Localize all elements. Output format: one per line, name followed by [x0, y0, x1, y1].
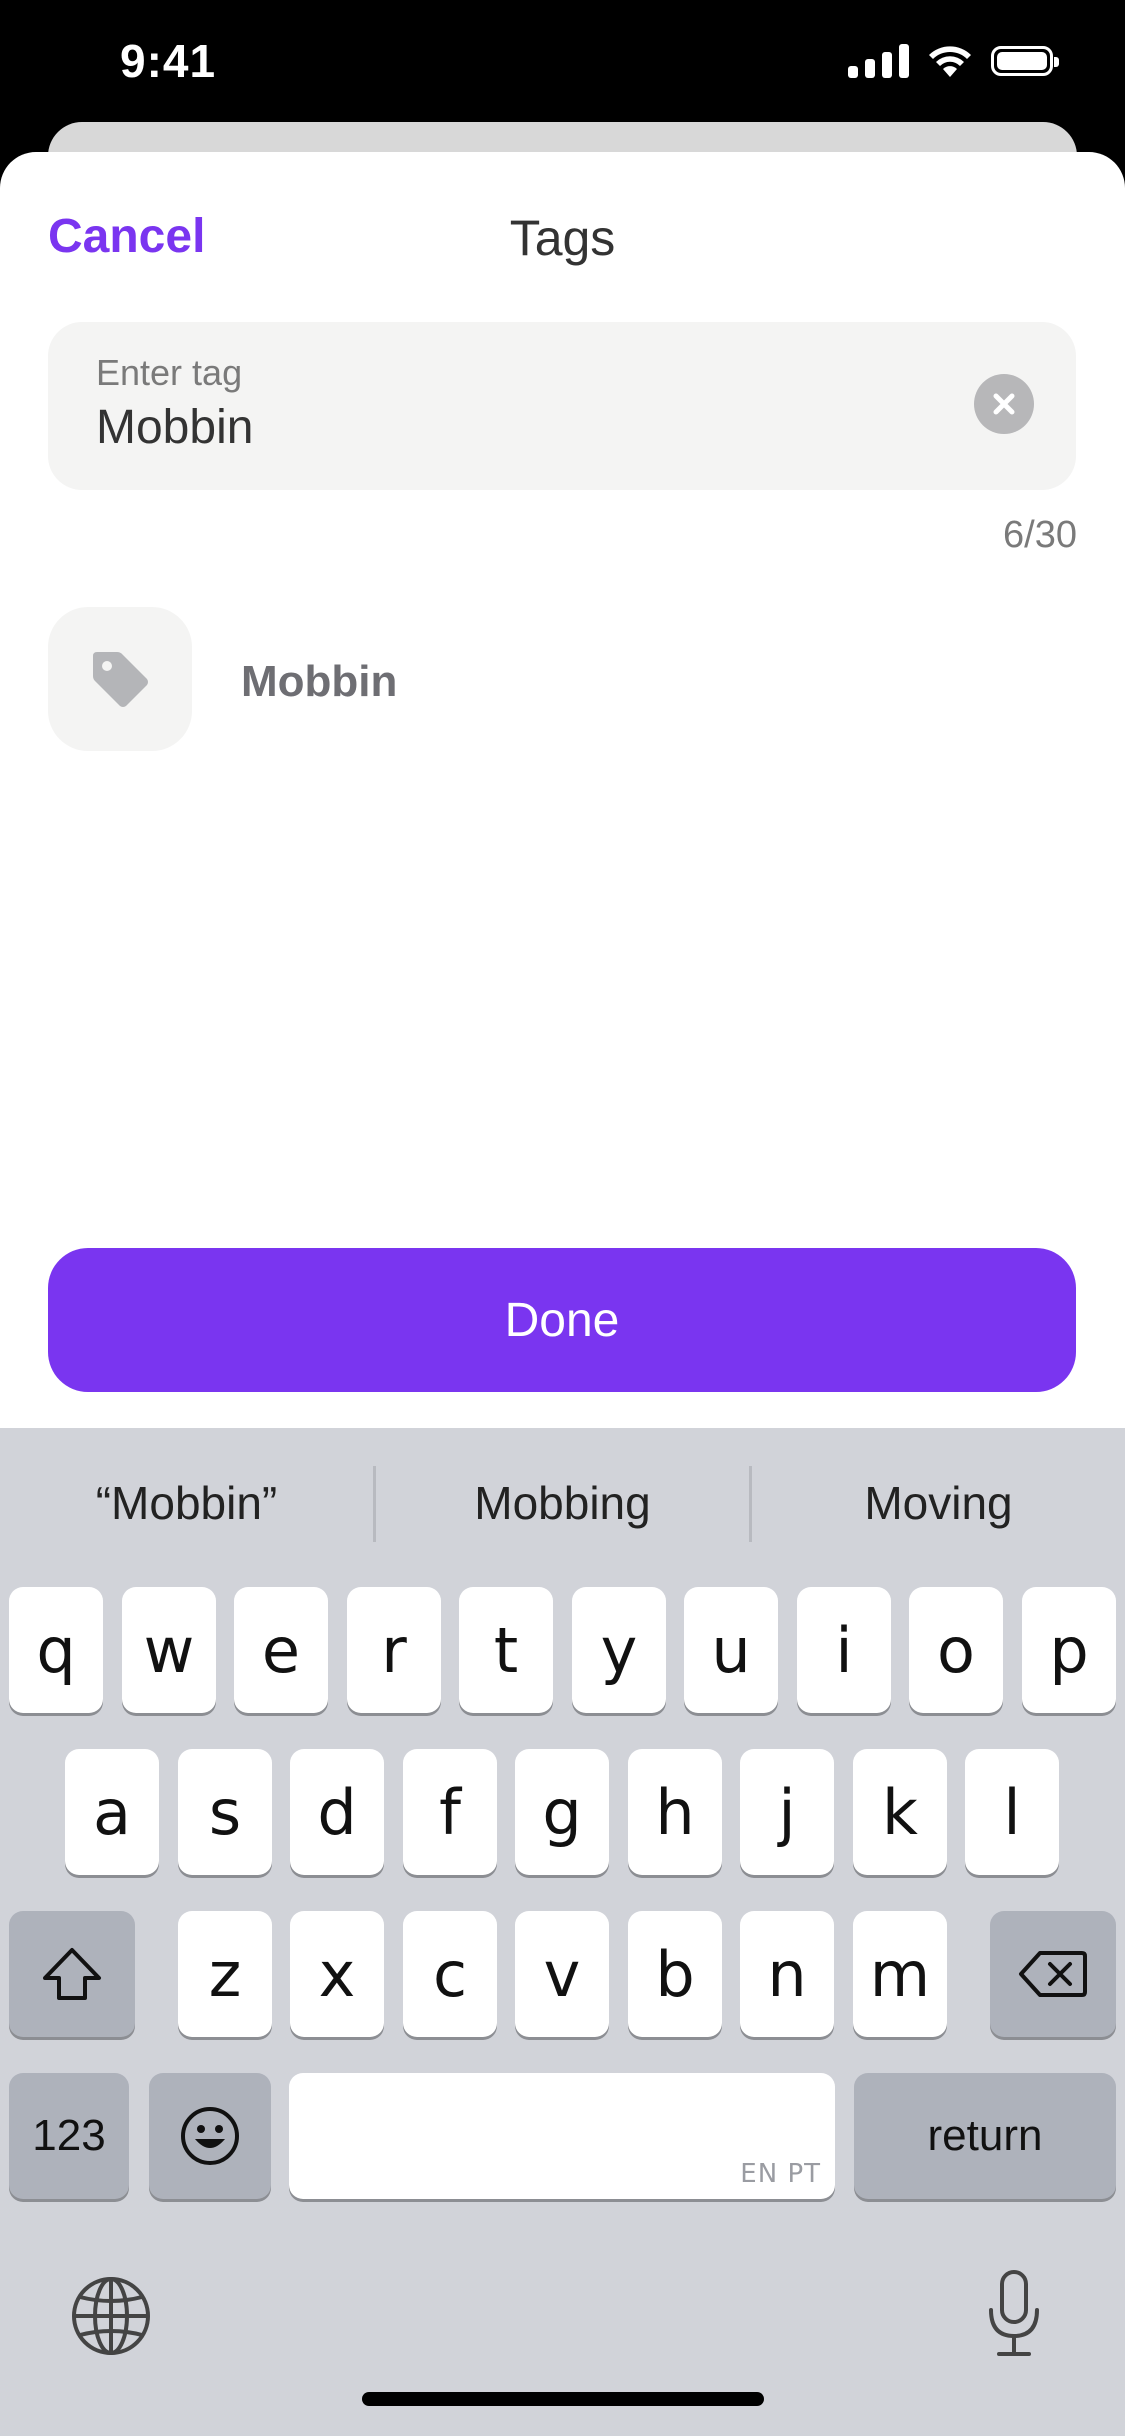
tag-input-label: Enter tag — [96, 352, 243, 393]
key-y[interactable]: y — [572, 1587, 666, 1713]
key-t[interactable]: t — [459, 1587, 553, 1713]
cellular-signal-icon — [848, 44, 909, 78]
status-bar: 9:41 — [0, 0, 1125, 130]
globe-icon[interactable] — [70, 2275, 152, 2357]
numbers-key[interactable]: 123 — [9, 2073, 129, 2199]
tag-suggestion-item[interactable]: Mobbin — [48, 607, 1076, 753]
backspace-icon — [1019, 1951, 1087, 1997]
emoji-icon — [181, 2107, 239, 2165]
status-icons — [848, 44, 1059, 78]
keyboard-language-hint: EN PT — [740, 2159, 821, 2189]
key-n[interactable]: n — [740, 1911, 834, 2037]
tags-sheet: Cancel Tags Enter tag 6/30 Mobbin Done — [0, 152, 1125, 1428]
key-d[interactable]: d — [290, 1749, 384, 1875]
return-key[interactable]: return — [854, 2073, 1116, 2199]
key-i[interactable]: i — [797, 1587, 891, 1713]
tag-icon — [93, 652, 148, 707]
tag-icon-container — [48, 607, 192, 751]
numbers-key-label: 123 — [32, 2111, 106, 2160]
key-p[interactable]: p — [1022, 1587, 1116, 1713]
key-j[interactable]: j — [740, 1749, 834, 1875]
key-a[interactable]: a — [65, 1749, 159, 1875]
wifi-icon — [929, 46, 971, 77]
predictive-text-bar: “Mobbin” Mobbing Moving — [0, 1428, 1125, 1578]
key-q[interactable]: q — [9, 1587, 103, 1713]
emoji-key[interactable] — [149, 2073, 271, 2199]
tag-input[interactable] — [96, 400, 946, 455]
key-r[interactable]: r — [347, 1587, 441, 1713]
key-k[interactable]: k — [853, 1749, 947, 1875]
battery-icon — [991, 46, 1059, 76]
page-title: Tags — [509, 210, 616, 266]
delete-key[interactable] — [990, 1911, 1116, 2037]
key-u[interactable]: u — [684, 1587, 778, 1713]
key-m[interactable]: m — [853, 1911, 947, 2037]
home-indicator — [362, 2392, 764, 2406]
prediction-2[interactable]: Mobbing — [376, 1428, 749, 1578]
key-l[interactable]: l — [965, 1749, 1059, 1875]
key-s[interactable]: s — [178, 1749, 272, 1875]
shift-key[interactable] — [9, 1911, 135, 2037]
prediction-1[interactable]: “Mobbin” — [0, 1428, 373, 1578]
prediction-3[interactable]: Moving — [752, 1428, 1125, 1578]
key-o[interactable]: o — [909, 1587, 1003, 1713]
microphone-icon[interactable] — [983, 2268, 1045, 2360]
key-v[interactable]: v — [515, 1911, 609, 2037]
shift-icon — [43, 1948, 101, 2000]
return-key-label: return — [927, 2111, 1043, 2160]
key-e[interactable]: e — [234, 1587, 328, 1713]
key-w[interactable]: w — [122, 1587, 216, 1713]
key-b[interactable]: b — [628, 1911, 722, 2037]
key-h[interactable]: h — [628, 1749, 722, 1875]
done-button[interactable]: Done — [48, 1248, 1076, 1392]
key-c[interactable]: c — [403, 1911, 497, 2037]
key-x[interactable]: x — [290, 1911, 384, 2037]
key-g[interactable]: g — [515, 1749, 609, 1875]
space-key[interactable]: EN PT — [289, 2073, 835, 2199]
keyboard: “Mobbin” Mobbing Moving q w e r t y u i … — [0, 1428, 1125, 2436]
tag-suggestion-label: Mobbin — [241, 657, 398, 706]
key-f[interactable]: f — [403, 1749, 497, 1875]
clear-icon — [993, 393, 1015, 415]
status-time: 9:41 — [120, 35, 217, 87]
character-count: 6/30 — [1003, 514, 1077, 556]
tag-input-field[interactable]: Enter tag — [48, 322, 1076, 490]
clear-button[interactable] — [974, 374, 1034, 434]
key-z[interactable]: z — [178, 1911, 272, 2037]
